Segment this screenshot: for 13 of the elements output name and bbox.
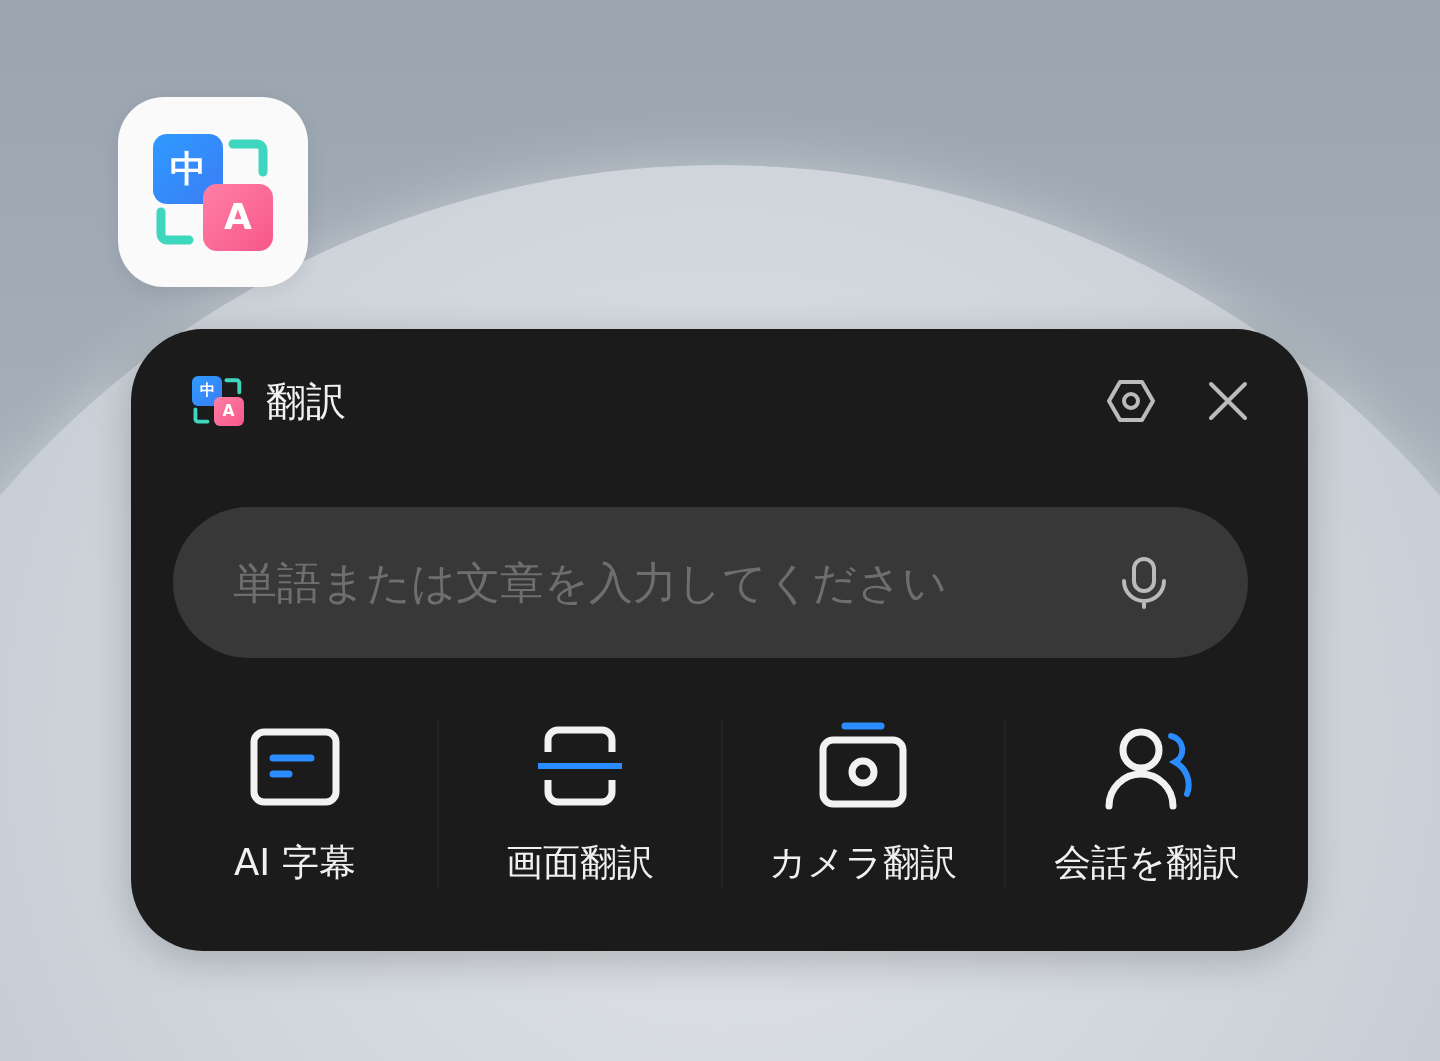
chinese-glyph: 中 (192, 375, 223, 406)
chinese-glyph: 中 (153, 133, 223, 204)
action-button[interactable]: 会話を翻訳 (1004, 720, 1288, 888)
latin-glyph: A (203, 183, 273, 251)
widget-title: 翻訳 (265, 376, 347, 426)
action-button[interactable]: AI 字幕 (153, 720, 437, 888)
settings-button[interactable] (1106, 378, 1156, 424)
action-button[interactable]: カメラ翻訳 (720, 720, 1005, 888)
microphone-icon[interactable] (1120, 557, 1168, 609)
action-button[interactable]: 画面翻訳 (436, 720, 721, 888)
close-button[interactable] (1208, 381, 1248, 421)
latin-glyph: A (213, 397, 244, 427)
corner-brackets-icon (192, 375, 244, 427)
